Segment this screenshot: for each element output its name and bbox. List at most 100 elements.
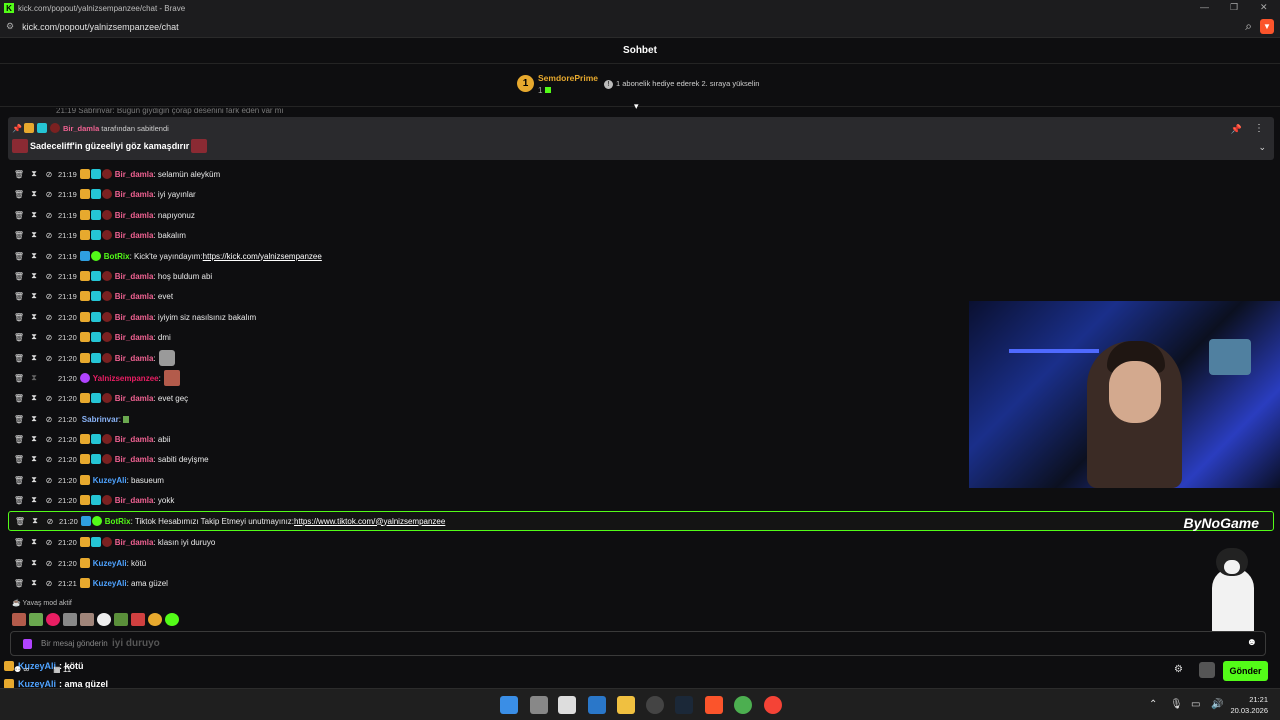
quick-emote[interactable] [131,613,145,626]
timeout-icon[interactable]: ⧗ [28,373,40,383]
delete-icon[interactable]: 🗑 [13,435,25,444]
ban-icon[interactable]: ⊘ [43,190,55,199]
ban-icon[interactable]: ⊘ [43,272,55,281]
timeout-icon[interactable]: ⧗ [28,271,40,281]
timeout-icon[interactable]: ⧗ [28,414,40,424]
brave-icon[interactable] [705,696,723,714]
chat-message[interactable]: 🗑 ⧗ ⊘ 21:21 KuzeyAli: ama güzel [8,573,1274,593]
timeout-icon[interactable]: ⧗ [28,332,40,342]
message-username[interactable]: Bir_damla [115,292,154,301]
message-username[interactable]: KuzeyAli [93,476,127,485]
delete-icon[interactable]: 🗑 [13,579,25,588]
message-username[interactable]: BotRix [104,252,130,261]
pinned-by-user[interactable]: Bir_damla [63,124,99,133]
ban-icon[interactable]: ⊘ [43,211,55,220]
url-text[interactable]: kick.com/popout/yalnizsempanzee/chat [22,22,179,32]
delete-icon[interactable]: 🗑 [13,496,25,505]
timeout-icon[interactable]: ⧗ [28,537,40,547]
delete-icon[interactable]: 🗑 [14,517,26,526]
obs-icon[interactable] [646,696,664,714]
timeout-icon[interactable]: ⧗ [29,516,41,526]
address-bar[interactable]: ⚙ kick.com/popout/yalnizsempanzee/chat ⌕… [0,16,1280,38]
message-username[interactable]: Bir_damla [115,394,154,403]
timeout-icon[interactable]: ⧗ [28,251,40,261]
ban-icon[interactable]: ⊘ [43,313,55,322]
delete-icon[interactable]: 🗑 [13,252,25,261]
tray-chevron-icon[interactable]: ⌃ [1149,699,1157,710]
unpin-icon[interactable]: 📌 [1231,124,1242,135]
store-icon[interactable] [588,696,606,714]
zoom-icon[interactable]: ⌕ [1245,19,1252,34]
message-username[interactable]: Bir_damla [115,538,154,547]
delete-icon[interactable]: 🗑 [13,394,25,403]
start-icon[interactable] [500,696,518,714]
delete-icon[interactable]: 🗑 [13,354,25,363]
quick-emote[interactable] [46,613,60,626]
ban-icon[interactable]: ⊘ [43,435,55,444]
chat-message[interactable]: 🗑 ⧗ ⊘ 21:19 Bir_damla: selamün aleyküm [8,164,1274,184]
message-username[interactable]: Bir_damla [115,272,154,281]
ban-icon[interactable]: ⊘ [43,252,55,261]
site-settings-icon[interactable]: ⚙ [6,21,14,32]
chat-message[interactable]: 🗑 ⧗ ⊘ 21:20 KuzeyAli: kötü [8,553,1274,573]
delete-icon[interactable]: 🗑 [13,374,25,383]
file-explorer-icon[interactable] [617,696,635,714]
message-username[interactable]: BotRix [105,517,131,526]
delete-icon[interactable]: 🗑 [13,190,25,199]
timeout-icon[interactable]: ⧗ [28,434,40,444]
network-icon[interactable]: ▭ [1191,699,1200,710]
timeout-icon[interactable]: ⧗ [28,291,40,301]
send-button[interactable]: Gönder [1223,661,1268,681]
ban-icon[interactable]: ⊘ [43,455,55,464]
quick-emote[interactable] [114,613,128,626]
quick-emote[interactable] [80,613,94,626]
delete-icon[interactable]: 🗑 [13,170,25,179]
message-username[interactable]: Bir_damla [115,435,154,444]
delete-icon[interactable]: 🗑 [13,415,25,424]
steam-icon[interactable] [675,696,693,714]
timeout-icon[interactable]: ⧗ [28,578,40,588]
pinned-message[interactable]: 📌 Bir_damla tarafından sabitlendi Sadece… [8,117,1274,160]
leader-name[interactable]: SemdorePrime [538,73,598,83]
message-username[interactable]: Bir_damla [115,190,154,199]
ban-icon[interactable]: ⊘ [43,231,55,240]
chat-settings-icon[interactable]: ⚙ [1174,664,1183,675]
quick-emote[interactable] [29,613,43,626]
app-icon[interactable] [558,696,576,714]
message-username[interactable]: Bir_damla [115,455,154,464]
quick-emote[interactable] [12,613,26,626]
emoji-picker-icon[interactable]: ☻ [1246,637,1257,648]
ban-icon[interactable]: ⊘ [43,394,55,403]
message-username[interactable]: Bir_damla [115,313,154,322]
quick-emote[interactable] [148,613,162,626]
quick-emote[interactable] [63,613,77,626]
delete-icon[interactable]: 🗑 [13,313,25,322]
maximize-icon[interactable]: ❐ [1230,2,1238,13]
more-options-icon[interactable]: ⋮ [1254,123,1264,134]
message-username[interactable]: Bir_damla [115,170,154,179]
chat-message[interactable]: 🗑 ⧗ ⊘ 21:19 Bir_damla: napıyonuz [8,205,1274,225]
timeout-icon[interactable]: ⧗ [28,312,40,322]
message-username[interactable]: Bir_damla [115,231,154,240]
chat-message[interactable]: 🗑 ⧗ ⊘ 21:19 BotRix: Kick'te yayındayım: ht… [8,246,1274,266]
delete-icon[interactable]: 🗑 [13,538,25,547]
quick-emote[interactable] [97,613,111,626]
chrome-alt-icon[interactable] [764,696,782,714]
message-username[interactable]: Bir_damla [115,333,154,342]
chat-message[interactable]: 🗑 ⧗ ⊘ 21:20 Bir_damla: yokk [8,490,1274,510]
expand-chevron-icon[interactable]: ⌄ [1258,142,1266,153]
ban-icon[interactable]: ⊘ [43,476,55,485]
message-username[interactable]: Sabrinvar [82,415,119,424]
timeout-icon[interactable]: ⧗ [28,454,40,464]
timeout-icon[interactable]: ⧗ [28,393,40,403]
message-username[interactable]: Bir_damla [115,496,154,505]
delete-icon[interactable]: 🗑 [13,333,25,342]
chat-input[interactable]: Bir mesaj gönderin ☻ [10,631,1266,656]
message-link[interactable]: https://kick.com/yalnizsempanzee [203,252,322,261]
delete-icon[interactable]: 🗑 [13,211,25,220]
message-username[interactable]: Bir_damla [115,211,154,220]
message-link[interactable]: https://www.tiktok.com/@yalnizsempanzee [294,517,445,526]
close-icon[interactable]: ✕ [1260,2,1268,13]
minimize-icon[interactable]: — [1200,2,1209,12]
task-view-icon[interactable] [530,696,548,714]
